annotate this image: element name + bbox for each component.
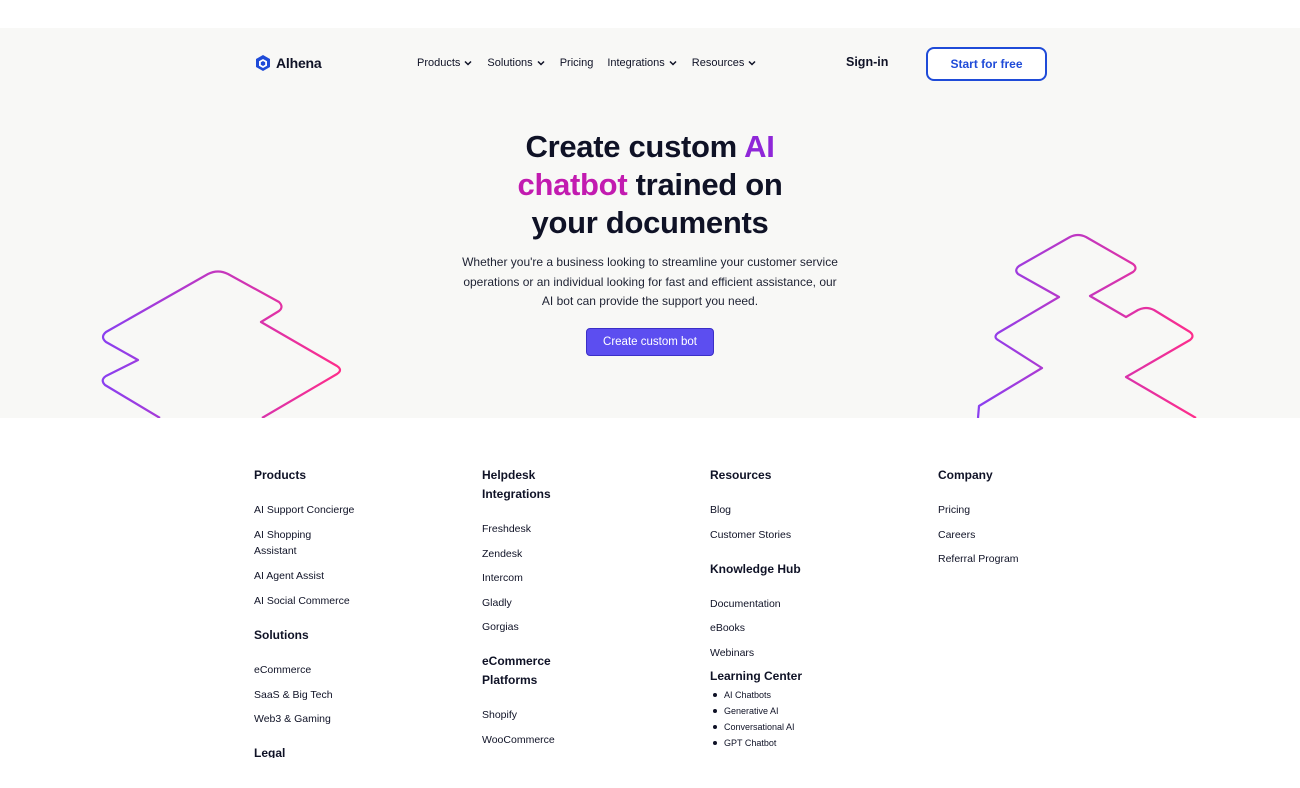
chevron-down-icon xyxy=(537,60,545,66)
nav-item-label: Integrations xyxy=(607,57,665,69)
footer-link[interactable]: eCommerce xyxy=(254,662,414,678)
headline-text: trained on xyxy=(627,167,783,202)
headline-chatbot-highlight: chatbot xyxy=(517,167,628,202)
top-navigation: Alhena Products Solutions Pricing Integr… xyxy=(0,28,1300,100)
footer-heading-text: Helpdesk xyxy=(482,468,536,482)
footer-heading-solutions: Solutions xyxy=(254,628,309,642)
headline-text: your documents xyxy=(531,205,769,240)
footer-link[interactable]: Careers xyxy=(938,527,1098,543)
footer-heading-ecommerce: eCommerce Platforms xyxy=(482,652,642,690)
footer-link[interactable]: AI Support Concierge xyxy=(254,502,414,518)
footer-link[interactable]: Gladly xyxy=(482,595,642,611)
footer-link[interactable]: Customer Stories xyxy=(710,527,870,543)
hexagon-logo-icon xyxy=(256,55,270,71)
sign-in-link[interactable]: Sign-in xyxy=(846,55,888,69)
footer-link[interactable]: Web3 & Gaming xyxy=(254,711,414,727)
footer-link[interactable]: eBooks xyxy=(710,620,870,636)
footer-link[interactable]: SaaS & Big Tech xyxy=(254,687,414,703)
list-item[interactable]: GPT Chatbot xyxy=(710,735,870,751)
footer-heading-text: Integrations xyxy=(482,487,551,501)
footer-link[interactable]: AI Social Commerce xyxy=(254,593,414,609)
nav-item-solutions[interactable]: Solutions xyxy=(487,57,545,69)
main-menu: Products Solutions Pricing Integrations … xyxy=(417,57,771,69)
hero-headline: Create custom AI chatbot trained on your… xyxy=(450,128,850,242)
footer-heading-products: Products xyxy=(254,468,307,482)
footer-link[interactable]: Assistant xyxy=(254,543,414,559)
footer-link[interactable]: Blog xyxy=(710,502,870,518)
footer-heading-resources: Resources xyxy=(710,468,772,482)
footer-heading-helpdesk: Helpdesk Integrations xyxy=(482,466,642,504)
footer-column-company: Company Pricing Careers Referral Program xyxy=(938,466,1098,567)
brand-logo[interactable]: Alhena xyxy=(254,54,322,72)
footer-heading-learning-center: Learning Center xyxy=(710,668,803,683)
list-item[interactable]: Conversational AI xyxy=(710,719,870,735)
nav-item-resources[interactable]: Resources xyxy=(692,57,758,69)
create-custom-bot-button[interactable]: Create custom bot xyxy=(586,328,714,356)
footer-heading-company: Company xyxy=(938,468,993,482)
footer-link[interactable]: Gorgias xyxy=(482,619,642,635)
footer-column-products: Products AI Support Concierge AI Shoppin… xyxy=(254,466,414,758)
nav-item-products[interactable]: Products xyxy=(417,57,473,69)
start-for-free-button[interactable]: Start for free xyxy=(926,47,1047,81)
list-item[interactable]: Generative AI xyxy=(710,703,870,719)
nav-item-pricing[interactable]: Pricing xyxy=(560,57,594,69)
footer-heading-text: eCommerce xyxy=(482,654,551,668)
nav-item-integrations[interactable]: Integrations xyxy=(607,57,677,69)
headline-ai-highlight: AI xyxy=(744,129,775,164)
chevron-down-icon xyxy=(464,60,472,66)
footer-column-integrations: Helpdesk Integrations Freshdesk Zendesk … xyxy=(482,466,642,748)
footer-heading-text: Platforms xyxy=(482,673,538,687)
footer-heading-legal: Legal xyxy=(254,746,286,758)
nav-item-label: Pricing xyxy=(559,57,594,69)
footer-link[interactable]: WooCommerce xyxy=(482,732,642,748)
chevron-down-icon xyxy=(669,60,677,66)
footer-heading-knowledge-hub: Knowledge Hub xyxy=(710,561,801,576)
footer-link[interactable]: Pricing xyxy=(938,502,1098,518)
footer-link[interactable]: AI Shopping xyxy=(254,527,414,543)
chevron-down-icon xyxy=(748,60,756,66)
footer-link[interactable]: Shopify xyxy=(482,707,642,723)
footer-column-resources: Resources Blog Customer Stories Knowledg… xyxy=(710,466,870,751)
footer-link[interactable]: Freshdesk xyxy=(482,521,642,537)
brand-name: Alhena xyxy=(276,55,322,71)
nav-item-label: Solutions xyxy=(487,57,533,69)
footer-link[interactable]: Webinars xyxy=(710,645,870,661)
list-item[interactable]: AI Chatbots xyxy=(710,687,870,703)
nav-item-label: Products xyxy=(417,57,461,69)
learning-center-list: AI Chatbots Generative AI Conversational… xyxy=(710,687,870,751)
hero-subtitle: Whether you're a business looking to str… xyxy=(462,255,838,308)
footer-link[interactable]: Referral Program xyxy=(938,551,1098,567)
site-footer: Products AI Support Concierge AI Shoppin… xyxy=(0,418,1300,758)
footer-link[interactable]: AI Agent Assist xyxy=(254,568,414,584)
footer-link[interactable]: Intercom xyxy=(482,570,642,586)
headline-text: Create custom xyxy=(525,129,745,164)
footer-link[interactable]: Documentation xyxy=(710,596,870,612)
hero-section: Alhena Products Solutions Pricing Integr… xyxy=(0,28,1300,418)
nav-item-label: Resources xyxy=(691,57,745,69)
footer-link[interactable]: Zendesk xyxy=(482,546,642,562)
